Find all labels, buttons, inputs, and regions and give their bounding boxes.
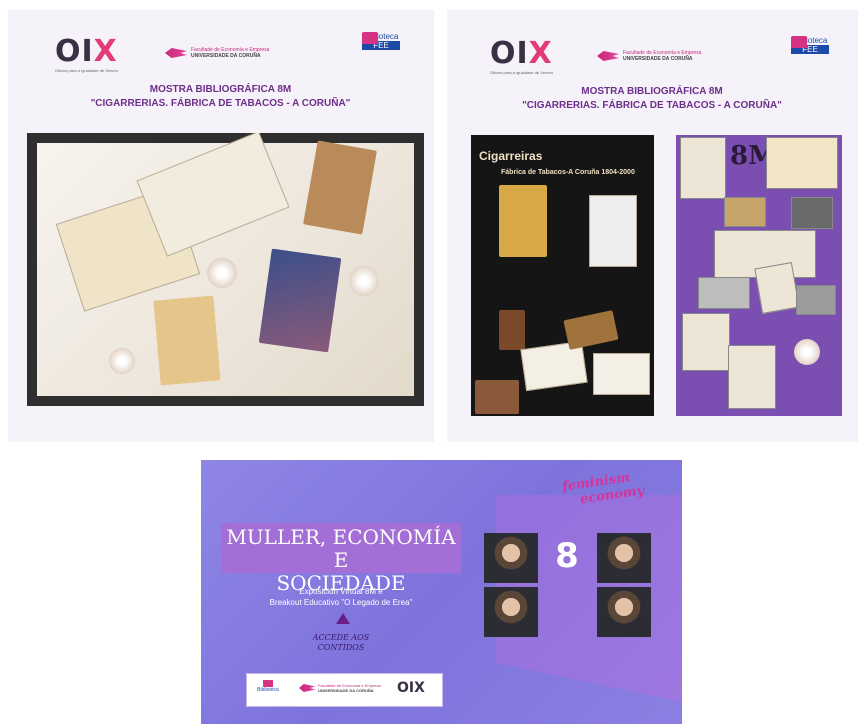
clipping — [724, 197, 766, 227]
oix-subtitle: Oficina para a Igualdade de Xénero — [55, 68, 119, 73]
book-portrait — [475, 380, 519, 414]
banner-8m-mark: 8 — [555, 536, 579, 576]
cigarreiras-title: Cigarreiras — [479, 149, 543, 163]
banner-footer-logos: Biblioteca Facultade de Economía e Empre… — [246, 673, 443, 707]
poster-book — [499, 185, 547, 257]
portrait-photo — [597, 533, 651, 583]
portrait-photo — [484, 533, 538, 583]
wall-document — [589, 195, 637, 267]
portrait-photo — [484, 587, 538, 637]
clipping — [698, 277, 750, 309]
fee-logo: Facultade de Economía e Empresa UNIVERSID… — [299, 683, 381, 693]
book-notebook — [153, 295, 221, 386]
clipping — [766, 137, 838, 189]
play-triangle-icon[interactable] — [336, 613, 350, 624]
oix-logo: OIX — [490, 36, 553, 71]
fee-mark-icon — [597, 51, 619, 61]
book-icon — [263, 680, 273, 687]
biblioteca-logo: Biblioteca FEE — [362, 32, 400, 50]
book-icon — [791, 36, 807, 48]
banner-subtitle-2: Breakout Educativo "O Legado de Erea" — [269, 598, 413, 607]
portrait-photo — [597, 587, 651, 637]
flower — [109, 348, 135, 374]
clipping — [796, 285, 836, 315]
open-book — [593, 353, 650, 395]
biblioteca-logo: Biblioteca — [255, 680, 281, 693]
book-sepia — [303, 140, 377, 235]
banner-subtitle-1: Exposición Virtual 8M e — [299, 587, 383, 596]
book-cover — [563, 310, 619, 350]
book-brown — [499, 310, 525, 350]
flower — [349, 266, 379, 296]
clipping — [728, 345, 776, 409]
book-blue — [258, 248, 342, 353]
clipping — [754, 262, 800, 314]
flower — [207, 258, 237, 288]
clipping — [791, 197, 833, 229]
purple-board-photo: 8M — [676, 135, 842, 416]
fee-mark-icon — [299, 684, 315, 692]
flower — [794, 339, 820, 365]
banner-title: MULLER, ECONOMÍA E SOCIEDADE — [226, 525, 456, 595]
poster-title: MOSTRA BIBLIOGRÁFICA 8M "CIGARRERIAS. FÁ… — [522, 86, 782, 111]
open-book — [520, 340, 588, 392]
book-icon — [362, 32, 378, 44]
oix-subtitle: Oficina para a Igualdade de Xénero — [490, 70, 554, 75]
biblioteca-logo: Biblioteca FEE — [791, 36, 829, 54]
access-contents-link[interactable]: ACCEDE AOS CONTIDOS — [296, 633, 386, 653]
fee-logo: Facultade de Economía e Empresa UNIVERSID… — [165, 47, 269, 59]
oix-logo: OIX — [397, 680, 425, 696]
clipping — [682, 313, 730, 371]
fee-logo: Facultade de Economía e Empresa UNIVERSID… — [597, 50, 701, 62]
oix-logo: OIX — [55, 34, 118, 69]
vitrine-photo — [27, 133, 424, 406]
poster-title: MOSTRA BIBLIOGRÁFICA 8M "CIGARRERIAS. FÁ… — [90, 84, 351, 109]
clipping — [680, 137, 726, 199]
fee-mark-icon — [165, 48, 187, 58]
cigarreiras-subtitle: Fábrica de Tabacos-A Coruña 1804-2000 — [501, 169, 635, 176]
newspaper-clipping — [136, 133, 290, 257]
virtual-exhibition-banner[interactable]: MULLER, ECONOMÍA E SOCIEDADE Exposición … — [201, 460, 682, 724]
exhibit-panel-photo: Cigarreiras Fábrica de Tabacos-A Coruña … — [471, 135, 654, 416]
